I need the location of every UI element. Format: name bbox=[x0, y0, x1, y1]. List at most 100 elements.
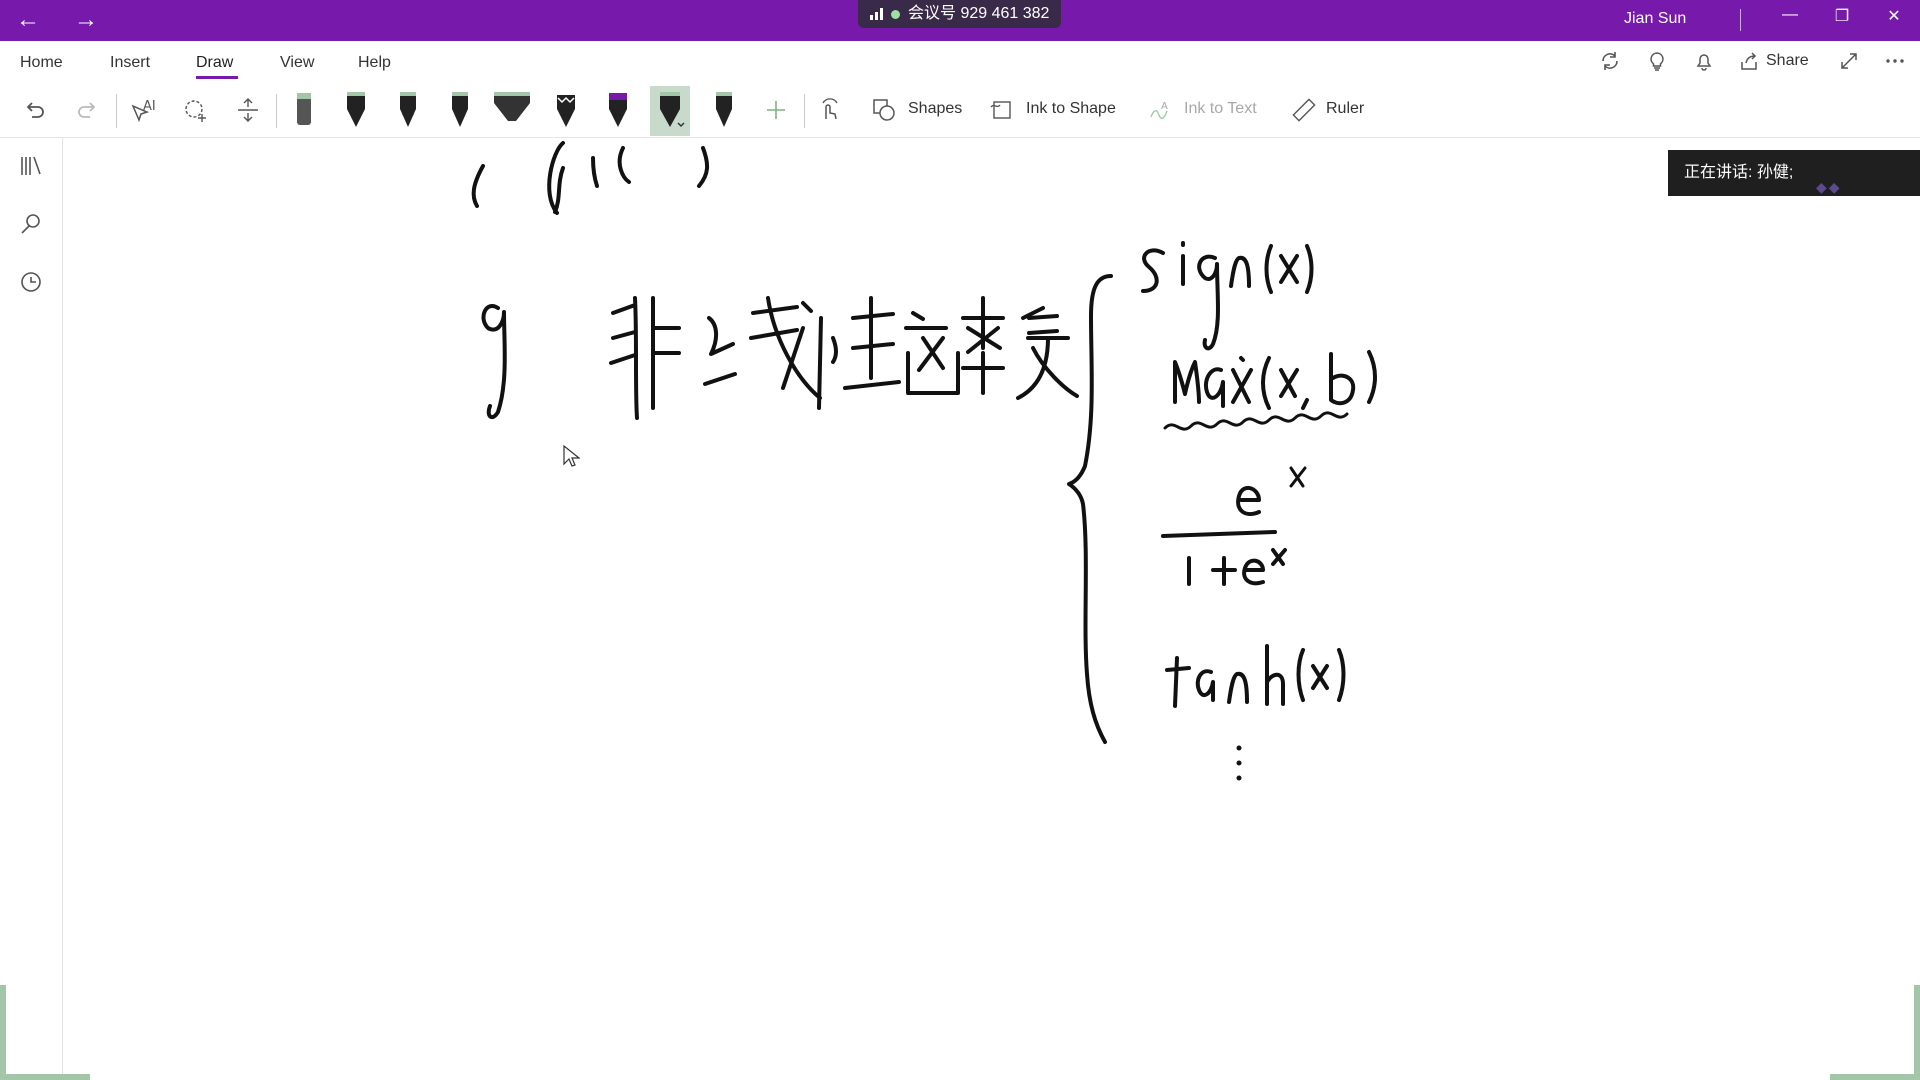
toolbar-divider bbox=[276, 94, 277, 128]
notebooks-icon[interactable] bbox=[17, 152, 45, 180]
ink-xian bbox=[703, 296, 822, 400]
ink-sign-s bbox=[1141, 248, 1165, 293]
more-options-icon[interactable] bbox=[1882, 50, 1908, 76]
ruler-icon[interactable] bbox=[1288, 94, 1320, 126]
pen-8-icon[interactable] bbox=[704, 86, 744, 136]
ink-tanh-paren-x bbox=[1296, 648, 1346, 702]
tab-help[interactable]: Help bbox=[358, 54, 391, 72]
ink-top-stroke bbox=[471, 164, 485, 208]
ink-tanh-t bbox=[1165, 656, 1191, 708]
titlebar-divider bbox=[1740, 9, 1741, 31]
ink-max-a bbox=[1204, 367, 1225, 408]
ink-vertical-dots bbox=[1236, 745, 1242, 781]
shapes-icon[interactable] bbox=[868, 94, 900, 126]
title-bar: ← → 会议号 929 461 382 Jian Sun — ❐ ✕ bbox=[0, 0, 1920, 41]
handwritten-ink bbox=[471, 141, 1377, 781]
ink-shu bbox=[961, 296, 1079, 400]
back-arrow-icon[interactable]: ← bbox=[10, 6, 46, 34]
active-speaker-label: 正在讲话: 孙健; bbox=[1684, 164, 1794, 181]
add-space-icon[interactable] bbox=[232, 94, 264, 126]
redo-icon[interactable] bbox=[72, 94, 104, 126]
ink-max-rest bbox=[1261, 350, 1377, 410]
pen-3-icon[interactable] bbox=[388, 86, 428, 136]
highlighter-icon[interactable] bbox=[492, 86, 532, 136]
ink-max-x bbox=[1231, 356, 1253, 404]
fullscreen-icon[interactable] bbox=[1836, 50, 1862, 76]
ink-fei bbox=[609, 296, 681, 420]
ink-max-m bbox=[1173, 360, 1201, 404]
recent-clock-icon[interactable] bbox=[17, 268, 45, 296]
ink-frac-denominator bbox=[1187, 548, 1287, 586]
ink-xing bbox=[817, 296, 901, 410]
pen-7-icon[interactable] bbox=[650, 86, 690, 136]
ink-to-text-button[interactable]: Ink to Text bbox=[1184, 100, 1257, 118]
audio-wave-icon: ◆◆ bbox=[1816, 179, 1842, 195]
ink-sign-g bbox=[1197, 254, 1220, 351]
type-select-icon[interactable]: AI bbox=[126, 94, 158, 126]
forward-arrow-icon[interactable]: → bbox=[68, 6, 104, 34]
ink-tanh-a bbox=[1195, 669, 1215, 702]
window-edge-accent bbox=[1830, 1074, 1920, 1080]
pen-6-icon[interactable] bbox=[598, 86, 638, 136]
user-name[interactable]: Jian Sun bbox=[1624, 10, 1686, 28]
tab-insert[interactable]: Insert bbox=[110, 54, 150, 72]
minimize-button[interactable]: — bbox=[1770, 6, 1810, 24]
ink-to-shape-icon[interactable] bbox=[986, 94, 1018, 126]
ink-to-text-icon[interactable]: A bbox=[1144, 94, 1176, 126]
window-edge-accent bbox=[1914, 985, 1920, 1080]
svg-text:A: A bbox=[1161, 101, 1168, 112]
shapes-button[interactable]: Shapes bbox=[908, 100, 962, 118]
share-button[interactable]: Share bbox=[1766, 52, 1809, 70]
active-tab-indicator bbox=[196, 76, 238, 79]
toolbar-divider bbox=[804, 94, 805, 128]
tab-home[interactable]: Home bbox=[20, 54, 63, 72]
note-canvas[interactable] bbox=[63, 138, 1920, 1080]
ink-g bbox=[481, 304, 507, 420]
ink-to-shape-button[interactable]: Ink to Shape bbox=[1026, 100, 1116, 118]
window-edge-accent bbox=[0, 985, 6, 1080]
ink-equals bbox=[1027, 314, 1059, 335]
pen-1-icon[interactable] bbox=[284, 86, 324, 136]
meeting-id-label: 会议号 929 461 382 bbox=[908, 5, 1050, 22]
signal-strength-icon bbox=[870, 8, 883, 20]
touch-draw-icon[interactable] bbox=[814, 94, 846, 126]
search-icon[interactable] bbox=[17, 210, 45, 238]
ink-frac-bar bbox=[1161, 530, 1277, 538]
toolbar-divider bbox=[116, 94, 117, 128]
close-button[interactable]: ✕ bbox=[1874, 6, 1914, 26]
pen-4-icon[interactable] bbox=[440, 86, 480, 136]
ink-frac-e bbox=[1236, 485, 1261, 516]
ink-top-stroke bbox=[547, 141, 565, 215]
restore-button[interactable]: ❐ bbox=[1822, 6, 1862, 26]
ink-han bbox=[904, 311, 960, 395]
recording-dot-icon bbox=[891, 9, 900, 19]
ink-tanh-n bbox=[1227, 671, 1249, 704]
navigation-rail bbox=[0, 138, 63, 1080]
pen-5-icon[interactable] bbox=[546, 86, 586, 136]
mouse-cursor-icon bbox=[562, 444, 581, 473]
pen-2-icon[interactable] bbox=[336, 86, 376, 136]
ink-max-underline bbox=[1163, 411, 1349, 431]
tab-view[interactable]: View bbox=[280, 54, 314, 72]
bell-icon[interactable] bbox=[1691, 50, 1717, 76]
ink-sign-n bbox=[1229, 255, 1251, 288]
window-edge-accent bbox=[0, 1074, 90, 1080]
svg-text:AI: AI bbox=[143, 99, 156, 114]
add-pen-icon[interactable] bbox=[760, 94, 792, 126]
active-speaker-banner: 正在讲话: 孙健; ◆◆ bbox=[1668, 150, 1920, 196]
ribbon-tabs: Home Insert Draw View Help bbox=[0, 41, 1920, 82]
sync-icon[interactable] bbox=[1597, 50, 1623, 76]
undo-icon[interactable] bbox=[18, 94, 50, 126]
ink-sign-paren-x bbox=[1264, 244, 1314, 294]
lasso-select-icon[interactable] bbox=[180, 94, 212, 126]
tab-draw[interactable]: Draw bbox=[196, 54, 233, 72]
share-icon[interactable] bbox=[1736, 50, 1762, 76]
ink-tanh-h bbox=[1265, 644, 1285, 706]
draw-toolbar: AI Shapes Ink to Shape A Ink to Text Rul… bbox=[0, 82, 1920, 138]
ink-top-stroke bbox=[591, 146, 710, 188]
ink-frac-x bbox=[1289, 466, 1307, 488]
meeting-id-badge[interactable]: 会议号 929 461 382 bbox=[858, 0, 1062, 28]
ink-brace bbox=[1067, 274, 1113, 744]
lightbulb-icon[interactable] bbox=[1644, 50, 1670, 76]
ruler-button[interactable]: Ruler bbox=[1326, 100, 1364, 118]
